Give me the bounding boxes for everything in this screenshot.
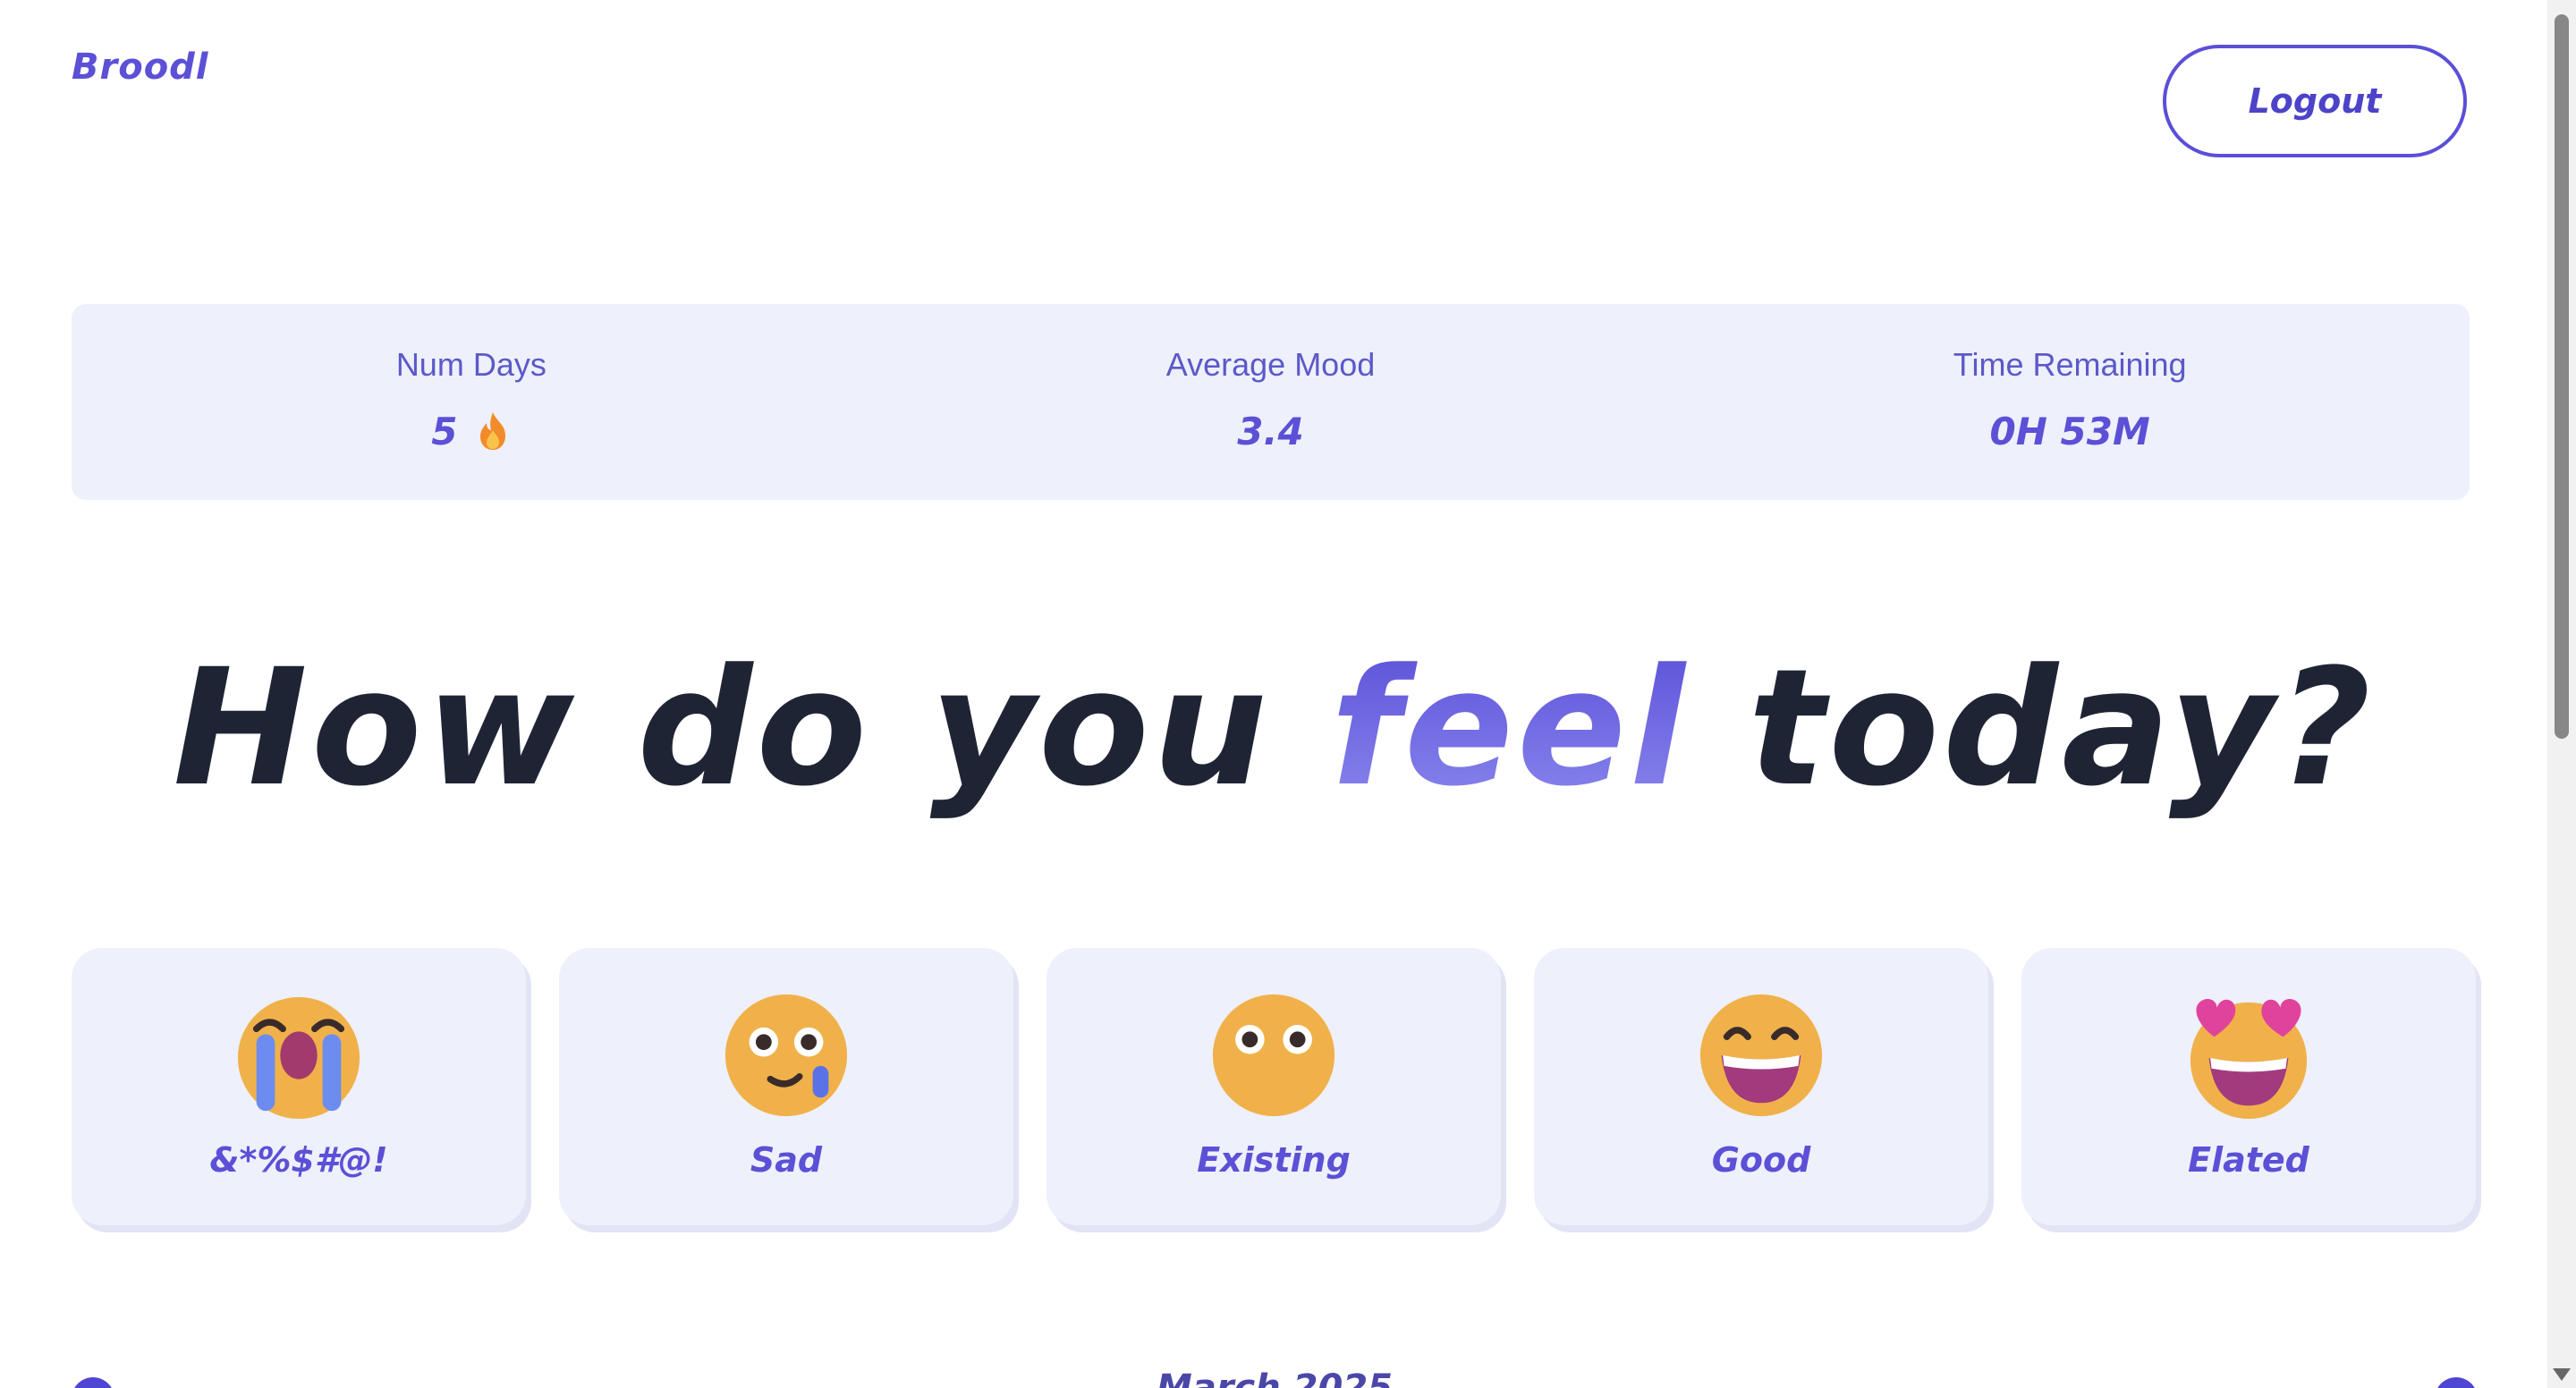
page-scrollbar[interactable] <box>2547 0 2576 1388</box>
stat-value: 5 <box>431 409 458 453</box>
stats-panel: Num Days 5 Average Mood 3.4 Time Remaini… <box>72 304 2470 500</box>
stat-value-row: 5 <box>431 406 511 456</box>
stat-label: Average Mood <box>1165 346 1376 383</box>
mood-label: Elated <box>2188 1140 2309 1180</box>
mood-label: &*%$#@! <box>209 1140 388 1180</box>
mood-option-5[interactable]: Elated <box>2021 948 2476 1225</box>
grinning-face-icon <box>1699 994 1823 1117</box>
mood-option-4[interactable]: Good <box>1534 948 1988 1225</box>
stat-time-remaining: Time Remaining 0H 53M <box>1670 304 2470 500</box>
mood-label: Good <box>1711 1140 1811 1180</box>
scrollbar-thumb[interactable] <box>2555 14 2569 739</box>
stat-average-mood: Average Mood 3.4 <box>871 304 1671 500</box>
heart-eyes-face-icon <box>2190 999 2308 1120</box>
mood-label: Sad <box>750 1140 823 1180</box>
stat-value: 0H 53M <box>1989 409 2150 453</box>
stat-label: Time Remaining <box>1953 346 2187 383</box>
brand-logo[interactable]: Broodl <box>72 47 209 88</box>
month-label: March 2025 <box>1157 1367 1393 1388</box>
mood-option-1[interactable]: &*%$#@! <box>72 948 526 1225</box>
stat-value: 3.4 <box>1237 409 1304 453</box>
crying-face-icon <box>237 996 360 1120</box>
mood-option-2[interactable]: Sad <box>559 948 1013 1225</box>
sad-tear-face-icon <box>724 994 848 1117</box>
calendar-month-row: March 2025 <box>72 1367 2478 1388</box>
fire-icon <box>480 412 506 450</box>
mood-label: Existing <box>1197 1140 1351 1180</box>
stat-num-days: Num Days 5 <box>72 304 871 500</box>
stat-label: Num Days <box>395 346 547 383</box>
headline-accent: feel <box>1330 635 1689 822</box>
scroll-down-arrow-icon[interactable] <box>2553 1368 2571 1381</box>
headline-before: How do you <box>173 635 1271 822</box>
neutral-face-icon <box>1212 994 1335 1117</box>
page-headline: How do you feel today? <box>0 631 2547 827</box>
headline-after: today? <box>1748 635 2375 822</box>
mood-option-3[interactable]: Existing <box>1046 948 1501 1225</box>
mood-selector: &*%$#@! Sad Existing Good Elated <box>72 948 2478 1234</box>
logout-button[interactable]: Logout <box>2163 45 2467 157</box>
page: Broodl Logout Num Days 5 Average Mood 3.… <box>0 0 2576 1388</box>
